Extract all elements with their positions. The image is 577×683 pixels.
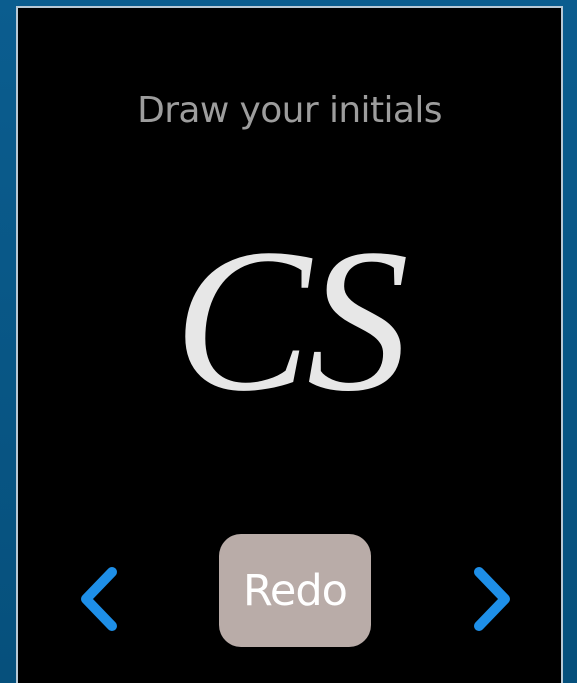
outer-frame: Draw your initials CS Redo (0, 0, 577, 683)
redo-button[interactable]: Redo (219, 534, 371, 647)
initials-drawing[interactable]: CS (18, 218, 561, 423)
chevron-left-icon (81, 567, 117, 631)
watch-screen: Draw your initials CS Redo (16, 6, 563, 683)
chevron-right-icon (474, 567, 510, 631)
instruction-text: Draw your initials (137, 90, 442, 131)
previous-button[interactable] (68, 554, 128, 644)
next-button[interactable] (463, 554, 523, 644)
